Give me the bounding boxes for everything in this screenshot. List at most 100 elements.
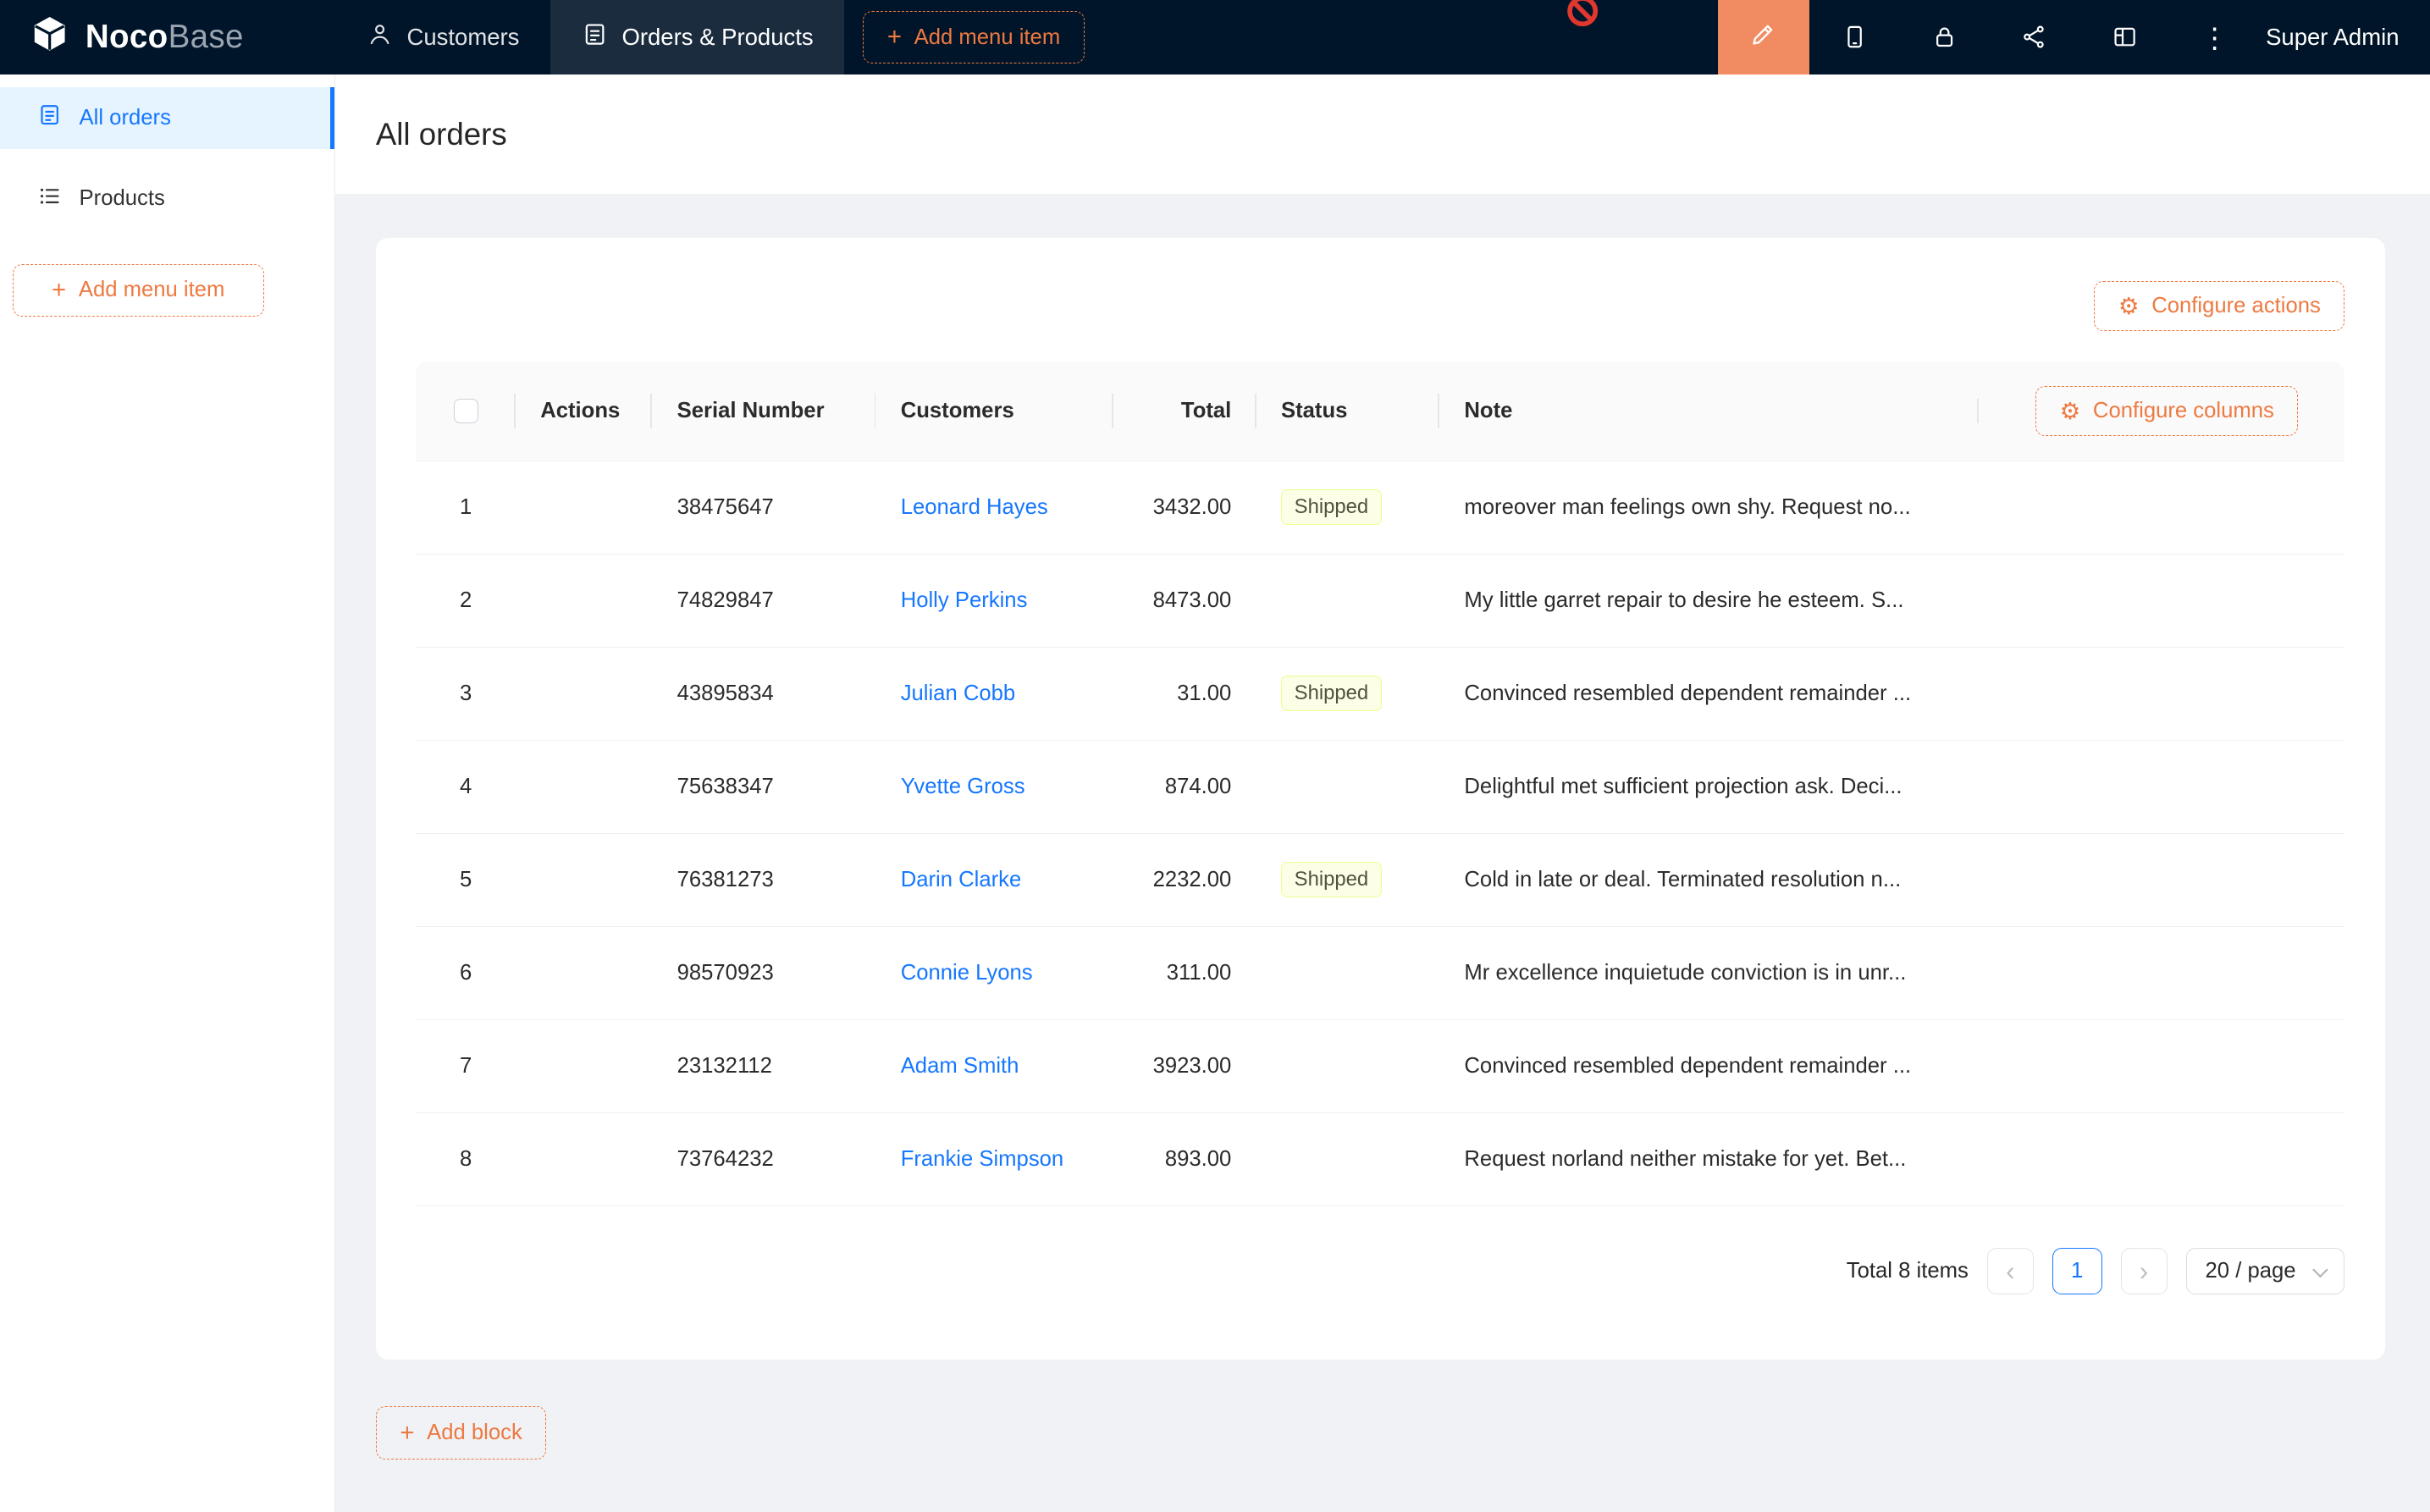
nocobase-logo-icon xyxy=(28,14,71,61)
nav-item-label: Orders & Products xyxy=(621,24,813,51)
column-header-status: Status xyxy=(1256,399,1439,423)
api-icon[interactable] xyxy=(1990,0,2079,74)
table-toolbar: ⚙ Configure actions xyxy=(416,281,2344,331)
app-window: NocoBase Customers Orders & Products + A… xyxy=(0,0,2430,1512)
table-row: 8 73764232 Frankie Simpson 893.00 Reques… xyxy=(416,1113,2344,1206)
customers-cell: Yvette Gross xyxy=(875,775,1113,799)
total-cell: 893.00 xyxy=(1113,1147,1256,1172)
row-index: 7 xyxy=(416,1054,515,1079)
current-user[interactable]: Super Admin xyxy=(2260,24,2430,51)
total-cell: 2232.00 xyxy=(1113,868,1256,892)
table-block-card: ⚙ Configure actions Actions Serial Numbe… xyxy=(376,238,2385,1360)
ellipsis-icon[interactable]: ⋮ xyxy=(2169,0,2259,74)
select-all-checkbox[interactable] xyxy=(454,399,478,423)
table-row: 3 43895834 Julian Cobb 31.00 Shipped Con… xyxy=(416,648,2344,741)
configure-columns-button[interactable]: ⚙ Configure columns xyxy=(2035,386,2298,436)
mobile-icon[interactable] xyxy=(1809,0,1899,74)
sidebar-item-label: Products xyxy=(80,186,165,211)
status-cell: Shipped xyxy=(1256,676,1439,711)
chevron-left-icon: ‹ xyxy=(2006,1256,2014,1287)
row-index: 5 xyxy=(416,868,515,892)
table-row: 4 75638347 Yvette Gross 874.00 Delightfu… xyxy=(416,741,2344,834)
logo-text: NocoBase xyxy=(86,19,244,56)
note-cell: My little garret repair to desire he est… xyxy=(1439,588,1978,613)
column-header-note: Note xyxy=(1439,399,1978,423)
serial-number-cell: 73764232 xyxy=(652,1147,875,1172)
next-page-button[interactable]: › xyxy=(2121,1248,2168,1294)
configure-actions-button[interactable]: ⚙ Configure actions xyxy=(2094,281,2344,331)
nav-item-customers[interactable]: Customers xyxy=(335,0,550,74)
note-cell: Cold in late or deal. Terminated resolut… xyxy=(1439,868,1978,892)
total-cell: 311.00 xyxy=(1113,961,1256,985)
form-icon xyxy=(582,21,608,53)
top-navbar: NocoBase Customers Orders & Products + A… xyxy=(0,0,2430,74)
plus-icon: + xyxy=(52,278,66,302)
prohibition-cursor-icon xyxy=(1566,0,1599,28)
nocobase-logo[interactable]: NocoBase xyxy=(0,14,335,61)
customer-link[interactable]: Holly Perkins xyxy=(901,588,1028,612)
gear-icon: ⚙ xyxy=(2118,295,2140,318)
total-cell: 3923.00 xyxy=(1113,1054,1256,1079)
column-header-configure: ⚙ Configure columns xyxy=(1979,386,2345,436)
customer-link[interactable]: Yvette Gross xyxy=(901,775,1025,798)
total-cell: 8473.00 xyxy=(1113,588,1256,613)
plus-icon: + xyxy=(887,25,902,49)
serial-number-cell: 23132112 xyxy=(652,1054,875,1079)
chevron-right-icon: › xyxy=(2140,1256,2148,1287)
note-cell: Convinced resembled dependent remainder … xyxy=(1439,682,1978,706)
highlighter-icon xyxy=(1749,20,1777,54)
table-row: 5 76381273 Darin Clarke 2232.00 Shipped … xyxy=(416,834,2344,927)
add-block-button[interactable]: + Add block xyxy=(376,1406,547,1459)
row-index: 1 xyxy=(416,495,515,520)
main-area: All orders ⚙ Configure actions Actions S… xyxy=(335,74,2430,1512)
chevron-down-icon xyxy=(2312,1261,2328,1277)
customer-link[interactable]: Frankie Simpson xyxy=(901,1147,1064,1171)
row-index: 2 xyxy=(416,588,515,613)
row-index: 3 xyxy=(416,682,515,706)
row-index: 8 xyxy=(416,1147,515,1172)
prev-page-button[interactable]: ‹ xyxy=(1987,1248,2034,1294)
page-size-select[interactable]: 20 / page xyxy=(2186,1248,2345,1294)
page-header: All orders xyxy=(335,74,2430,194)
total-cell: 3432.00 xyxy=(1113,495,1256,520)
sidebar-add-menu-item-button[interactable]: + Add menu item xyxy=(13,264,264,317)
note-cell: Delightful met sufficient projection ask… xyxy=(1439,775,1978,799)
total-cell: 874.00 xyxy=(1113,775,1256,799)
table-row: 1 38475647 Leonard Hayes 3432.00 Shipped… xyxy=(416,461,2344,555)
sidebar-item-label: All orders xyxy=(80,106,171,130)
sidebar-item-all-orders[interactable]: All orders xyxy=(0,87,334,149)
note-cell: Convinced resembled dependent remainder … xyxy=(1439,1054,1978,1079)
customers-cell: Frankie Simpson xyxy=(875,1147,1113,1172)
customer-link[interactable]: Leonard Hayes xyxy=(901,495,1048,519)
navbar-add-menu-item-button[interactable]: + Add menu item xyxy=(863,11,1084,63)
gear-icon: ⚙ xyxy=(2060,400,2081,423)
column-header-total: Total xyxy=(1113,399,1256,423)
orders-icon xyxy=(37,102,62,133)
pagination-total: Total 8 items xyxy=(1847,1259,1969,1283)
total-cell: 31.00 xyxy=(1113,682,1256,706)
sidebar-item-products[interactable]: Products xyxy=(0,168,334,229)
sidebar: All orders Products + Add menu item xyxy=(0,74,335,1512)
table-row: 6 98570923 Connie Lyons 311.00 Mr excell… xyxy=(416,927,2344,1020)
customer-link[interactable]: Julian Cobb xyxy=(901,682,1016,705)
customer-link[interactable]: Darin Clarke xyxy=(901,868,1022,891)
current-page-button[interactable]: 1 xyxy=(2052,1248,2102,1294)
lock-icon[interactable] xyxy=(1899,0,1989,74)
serial-number-cell: 75638347 xyxy=(652,775,875,799)
customer-link[interactable]: Adam Smith xyxy=(901,1054,1019,1078)
plus-icon: + xyxy=(400,1421,414,1445)
serial-number-cell: 38475647 xyxy=(652,495,875,520)
ui-editor-button[interactable] xyxy=(1718,0,1809,74)
nav-item-orders-products[interactable]: Orders & Products xyxy=(550,0,844,74)
column-header-serial-number: Serial Number xyxy=(652,399,875,423)
row-index: 6 xyxy=(416,961,515,985)
customers-cell: Darin Clarke xyxy=(875,868,1113,892)
layout-icon[interactable] xyxy=(2079,0,2169,74)
table-header-row: Actions Serial Number Customers Total St… xyxy=(416,361,2344,461)
customers-cell: Adam Smith xyxy=(875,1054,1113,1079)
customers-cell: Leonard Hayes xyxy=(875,495,1113,520)
column-header-actions: Actions xyxy=(516,399,652,423)
serial-number-cell: 74829847 xyxy=(652,588,875,613)
customer-link[interactable]: Connie Lyons xyxy=(901,961,1033,985)
note-cell: moreover man feelings own shy. Request n… xyxy=(1439,495,1978,520)
